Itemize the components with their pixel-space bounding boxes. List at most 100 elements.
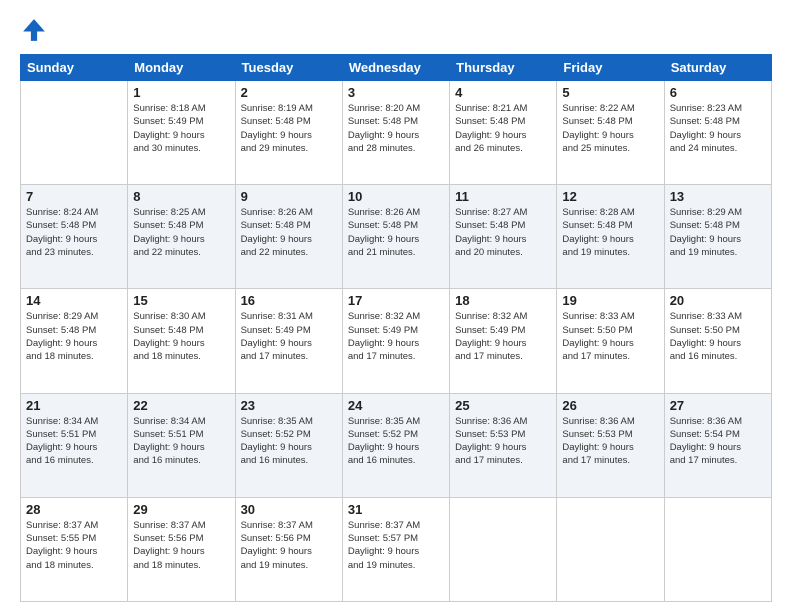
day-number: 30 [241,502,337,517]
day-info: Sunrise: 8:19 AM Sunset: 5:48 PM Dayligh… [241,102,337,155]
day-info: Sunrise: 8:21 AM Sunset: 5:48 PM Dayligh… [455,102,551,155]
calendar-cell: 9 Sunrise: 8:26 AM Sunset: 5:48 PM Daylig… [235,185,342,289]
calendar-cell: 21Sunrise: 8:34 AM Sunset: 5:51 PM Dayli… [21,393,128,497]
day-number: 2 [241,85,337,100]
day-info: Sunrise: 8:18 AM Sunset: 5:49 PM Dayligh… [133,102,229,155]
calendar-cell [450,497,557,601]
day-info: Sunrise: 8:26 AM Sunset: 5:48 PM Dayligh… [241,206,337,259]
day-number: 14 [26,293,122,308]
day-number: 16 [241,293,337,308]
day-number: 23 [241,398,337,413]
day-info: Sunrise: 8:29 AM Sunset: 5:48 PM Dayligh… [26,310,122,363]
weekday-header-friday: Friday [557,55,664,81]
calendar-cell [664,497,771,601]
calendar-cell: 12Sunrise: 8:28 AM Sunset: 5:48 PM Dayli… [557,185,664,289]
calendar-cell [557,497,664,601]
day-number: 5 [562,85,658,100]
day-number: 28 [26,502,122,517]
day-info: Sunrise: 8:37 AM Sunset: 5:57 PM Dayligh… [348,519,444,572]
calendar-cell: 15 Sunrise: 8:30 AM Sunset: 5:48 PM Dayli… [128,289,235,393]
day-number: 15 [133,293,229,308]
calendar-week-4: 21Sunrise: 8:34 AM Sunset: 5:51 PM Dayli… [21,393,772,497]
day-info: Sunrise: 8:36 AM Sunset: 5:53 PM Dayligh… [562,415,658,468]
day-number: 12 [562,189,658,204]
weekday-header-saturday: Saturday [664,55,771,81]
weekday-header-thursday: Thursday [450,55,557,81]
calendar-cell: 17Sunrise: 8:32 AM Sunset: 5:49 PM Dayli… [342,289,449,393]
weekday-header-wednesday: Wednesday [342,55,449,81]
day-info: Sunrise: 8:36 AM Sunset: 5:53 PM Dayligh… [455,415,551,468]
header [20,16,772,44]
day-number: 31 [348,502,444,517]
calendar-cell: 16 Sunrise: 8:31 AM Sunset: 5:49 PM Dayli… [235,289,342,393]
day-number: 9 [241,189,337,204]
day-info: Sunrise: 8:33 AM Sunset: 5:50 PM Dayligh… [670,310,766,363]
day-number: 3 [348,85,444,100]
weekday-header-tuesday: Tuesday [235,55,342,81]
day-number: 1 [133,85,229,100]
day-number: 19 [562,293,658,308]
day-info: Sunrise: 8:35 AM Sunset: 5:52 PM Dayligh… [241,415,337,468]
day-info: Sunrise: 8:27 AM Sunset: 5:48 PM Dayligh… [455,206,551,259]
calendar-cell: 5 Sunrise: 8:22 AM Sunset: 5:48 PM Daylig… [557,81,664,185]
day-info: Sunrise: 8:36 AM Sunset: 5:54 PM Dayligh… [670,415,766,468]
calendar-cell: 14 Sunrise: 8:29 AM Sunset: 5:48 PM Dayli… [21,289,128,393]
calendar-cell: 3 Sunrise: 8:20 AM Sunset: 5:48 PM Daylig… [342,81,449,185]
calendar-cell: 1 Sunrise: 8:18 AM Sunset: 5:49 PM Daylig… [128,81,235,185]
calendar-cell: 13 Sunrise: 8:29 AM Sunset: 5:48 PM Dayli… [664,185,771,289]
day-info: Sunrise: 8:31 AM Sunset: 5:49 PM Dayligh… [241,310,337,363]
calendar-cell [21,81,128,185]
day-info: Sunrise: 8:34 AM Sunset: 5:51 PM Dayligh… [133,415,229,468]
calendar-cell: 4 Sunrise: 8:21 AM Sunset: 5:48 PM Daylig… [450,81,557,185]
calendar-cell: 27Sunrise: 8:36 AM Sunset: 5:54 PM Dayli… [664,393,771,497]
calendar-week-1: 1 Sunrise: 8:18 AM Sunset: 5:49 PM Daylig… [21,81,772,185]
calendar-week-2: 7 Sunrise: 8:24 AM Sunset: 5:48 PM Daylig… [21,185,772,289]
day-number: 4 [455,85,551,100]
calendar-cell: 30Sunrise: 8:37 AM Sunset: 5:56 PM Dayli… [235,497,342,601]
day-number: 10 [348,189,444,204]
day-info: Sunrise: 8:23 AM Sunset: 5:48 PM Dayligh… [670,102,766,155]
calendar-cell: 22 Sunrise: 8:34 AM Sunset: 5:51 PM Dayli… [128,393,235,497]
weekday-header-row: SundayMondayTuesdayWednesdayThursdayFrid… [21,55,772,81]
day-info: Sunrise: 8:24 AM Sunset: 5:48 PM Dayligh… [26,206,122,259]
day-info: Sunrise: 8:35 AM Sunset: 5:52 PM Dayligh… [348,415,444,468]
calendar-cell: 6 Sunrise: 8:23 AM Sunset: 5:48 PM Daylig… [664,81,771,185]
calendar-cell: 11 Sunrise: 8:27 AM Sunset: 5:48 PM Dayli… [450,185,557,289]
calendar-week-5: 28 Sunrise: 8:37 AM Sunset: 5:55 PM Dayli… [21,497,772,601]
calendar-cell: 31 Sunrise: 8:37 AM Sunset: 5:57 PM Dayli… [342,497,449,601]
day-info: Sunrise: 8:20 AM Sunset: 5:48 PM Dayligh… [348,102,444,155]
calendar-cell: 7 Sunrise: 8:24 AM Sunset: 5:48 PM Daylig… [21,185,128,289]
logo [20,16,52,44]
day-info: Sunrise: 8:37 AM Sunset: 5:56 PM Dayligh… [133,519,229,572]
day-info: Sunrise: 8:25 AM Sunset: 5:48 PM Dayligh… [133,206,229,259]
calendar-cell: 2 Sunrise: 8:19 AM Sunset: 5:48 PM Daylig… [235,81,342,185]
weekday-header-sunday: Sunday [21,55,128,81]
day-number: 22 [133,398,229,413]
day-number: 13 [670,189,766,204]
day-info: Sunrise: 8:32 AM Sunset: 5:49 PM Dayligh… [455,310,551,363]
day-info: Sunrise: 8:22 AM Sunset: 5:48 PM Dayligh… [562,102,658,155]
calendar-cell: 28 Sunrise: 8:37 AM Sunset: 5:55 PM Dayli… [21,497,128,601]
day-number: 11 [455,189,551,204]
day-number: 6 [670,85,766,100]
day-number: 24 [348,398,444,413]
calendar-cell: 20 Sunrise: 8:33 AM Sunset: 5:50 PM Dayli… [664,289,771,393]
calendar-cell: 26 Sunrise: 8:36 AM Sunset: 5:53 PM Dayli… [557,393,664,497]
day-info: Sunrise: 8:33 AM Sunset: 5:50 PM Dayligh… [562,310,658,363]
day-number: 26 [562,398,658,413]
calendar-cell: 29Sunrise: 8:37 AM Sunset: 5:56 PM Dayli… [128,497,235,601]
day-number: 20 [670,293,766,308]
day-info: Sunrise: 8:29 AM Sunset: 5:48 PM Dayligh… [670,206,766,259]
day-number: 25 [455,398,551,413]
day-number: 8 [133,189,229,204]
day-number: 18 [455,293,551,308]
calendar-cell: 24 Sunrise: 8:35 AM Sunset: 5:52 PM Dayli… [342,393,449,497]
calendar-table: SundayMondayTuesdayWednesdayThursdayFrid… [20,54,772,602]
page: SundayMondayTuesdayWednesdayThursdayFrid… [0,0,792,612]
day-number: 7 [26,189,122,204]
calendar-week-3: 14 Sunrise: 8:29 AM Sunset: 5:48 PM Dayli… [21,289,772,393]
day-info: Sunrise: 8:37 AM Sunset: 5:55 PM Dayligh… [26,519,122,572]
calendar-cell: 10Sunrise: 8:26 AM Sunset: 5:48 PM Dayli… [342,185,449,289]
calendar-cell: 8 Sunrise: 8:25 AM Sunset: 5:48 PM Daylig… [128,185,235,289]
day-info: Sunrise: 8:30 AM Sunset: 5:48 PM Dayligh… [133,310,229,363]
